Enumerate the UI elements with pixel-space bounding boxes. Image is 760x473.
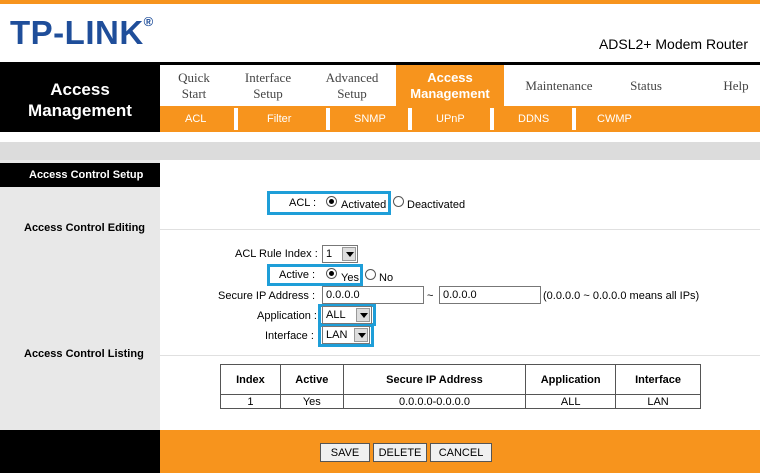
footer-side [0,430,160,473]
tp-link-logo: TP-LINK® [10,14,154,51]
col-application: Application [525,364,617,395]
subnav-acl[interactable]: ACL [185,113,206,125]
cell-secure-ip: 0.0.0.0-0.0.0.0 [342,394,527,409]
section-title: Access Management [0,65,160,132]
sub-nav: ACL Filter SNMP UPnP DDNS CWMP [160,106,760,132]
col-active: Active [279,364,344,395]
secure-ip-label: Secure IP Address : [218,290,316,302]
acl-listing-table: Index Active Secure IP Address Applicati… [220,364,701,409]
nav-quick-start[interactable]: Quick Start [172,70,216,102]
acl-activated-radio[interactable] [326,196,337,207]
nav-interface-setup[interactable]: Interface Setup [236,70,300,102]
subnav-separator [572,108,576,130]
cancel-button[interactable]: CANCEL [430,443,492,462]
main-nav: Quick Start Interface Setup Advanced Setup … [160,65,760,106]
rule-index-label: ACL Rule Index : [235,248,318,260]
subnav-filter[interactable]: Filter [267,113,291,125]
side-panel [0,160,160,430]
acl-deactivated-radio[interactable] [393,196,404,207]
active-label: Active : [279,269,316,281]
nav-status[interactable]: Status [622,78,670,94]
interface-select[interactable]: LAN [322,326,370,344]
acl-label: ACL : [289,197,317,209]
model-name: ADSL2+ Modem Router [598,36,748,52]
interface-label: Interface : [265,330,314,342]
acl-activated-label: Activated [341,199,387,211]
table-header-row: Index Active Secure IP Address Applicati… [220,364,701,395]
ip-end-input[interactable]: 0.0.0.0 [439,286,541,304]
chevron-down-icon [342,247,356,261]
cell-application: ALL [525,394,617,409]
col-interface: Interface [615,364,701,395]
access-control-setup-label: Access Control Setup [0,163,160,187]
active-no-label: No [379,272,394,284]
subnav-upnp[interactable]: UPnP [436,113,465,125]
active-yes-radio[interactable] [326,268,337,279]
divider [160,355,760,356]
subnav-ddns[interactable]: DDNS [518,113,549,125]
subnav-separator [234,108,238,130]
nav-maintenance[interactable]: Maintenance [516,78,602,94]
chevron-down-icon [356,308,370,322]
save-button[interactable]: SAVE [320,443,370,462]
col-secure-ip: Secure IP Address [342,364,527,395]
access-control-editing-label: Access Control Editing [24,222,146,234]
cell-interface: LAN [615,394,701,409]
active-no-radio[interactable] [365,269,376,280]
table-row: 1 Yes 0.0.0.0-0.0.0.0 ALL LAN [220,394,701,409]
rule-index-select[interactable]: 1 [322,245,358,263]
subnav-snmp[interactable]: SNMP [354,113,386,125]
divider [160,229,760,230]
nav-advanced-setup[interactable]: Advanced Setup [318,70,386,102]
subnav-separator [490,108,494,130]
subnav-separator [326,108,330,130]
ip-hint: (0.0.0.0 ~ 0.0.0.0 means all IPs) [543,290,700,302]
ip-start-input[interactable]: 0.0.0.0 [322,286,424,304]
gray-band [0,142,760,160]
top-stripe [0,0,760,4]
subnav-separator [408,108,412,130]
application-label: Application : [257,310,317,322]
nav-help[interactable]: Help [718,78,754,94]
ip-range-separator: ~ [427,290,434,302]
delete-button[interactable]: DELETE [373,443,427,462]
cell-active: Yes [279,394,344,409]
application-select[interactable]: ALL [322,306,372,324]
cell-index: 1 [220,394,281,409]
nav-access-management[interactable]: Access Management [396,65,504,106]
subnav-cwmp[interactable]: CWMP [597,113,632,125]
active-yes-label: Yes [341,272,359,284]
acl-deactivated-label: Deactivated [407,199,466,211]
access-control-listing-label: Access Control Listing [24,348,144,360]
col-index: Index [220,364,281,395]
chevron-down-icon [354,328,368,342]
